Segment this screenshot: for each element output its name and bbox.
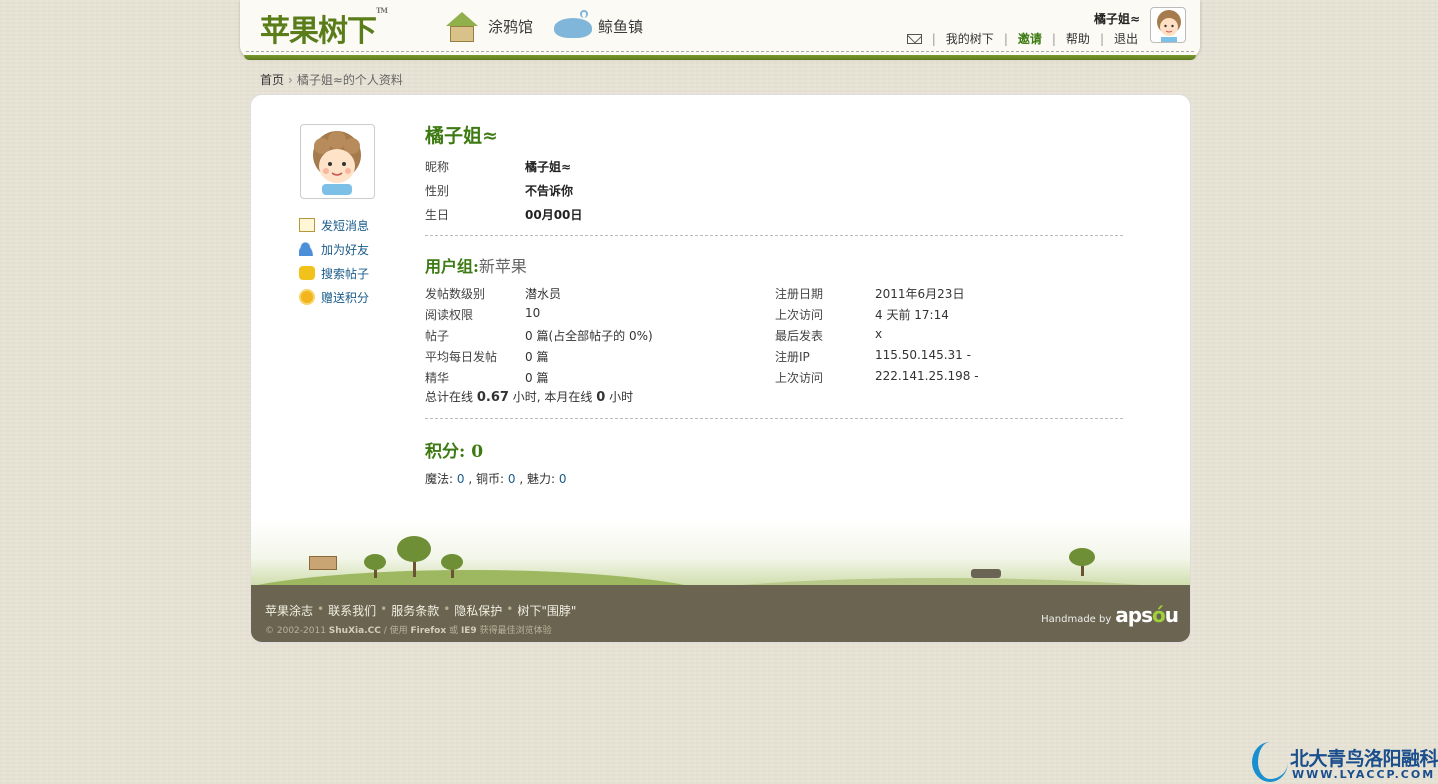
stat-row: 注册IP 115.50.145.31 - xyxy=(775,348,971,364)
gift-points-label: 赠送积分 xyxy=(321,290,370,305)
footer-link[interactable]: 树下"围脖" xyxy=(517,602,576,619)
profile-avatar xyxy=(300,124,375,199)
watermark-logo: 北大青鸟洛阳融科 WWW.LYACCP.COM xyxy=(1250,740,1438,784)
send-message-label: 发短消息 xyxy=(321,218,370,233)
user-area: 橘子姐≈ xyxy=(1094,10,1140,27)
stat-row: 最后发表 x xyxy=(775,327,883,343)
search-posts-action[interactable]: 搜索帖子 xyxy=(299,261,369,285)
footer-links: 苹果涂志 • 联系我们 • 服务条款 • 隐私保护 • 树下"围脖" xyxy=(265,602,577,619)
doodle-house-icon xyxy=(440,8,484,44)
info-label: 生日 xyxy=(425,208,450,222)
info-row-birthday: 生日 00月00日 xyxy=(425,206,582,223)
footer-link[interactable]: 隐私保护 xyxy=(454,602,502,619)
whale-town-icon xyxy=(550,8,594,44)
header-username[interactable]: 橘子姐≈ xyxy=(1094,12,1140,26)
search-posts-label: 搜索帖子 xyxy=(321,266,370,281)
score-breakdown: 魔法: 0 , 铜币: 0 , 魅力: 0 xyxy=(425,472,567,486)
site-header: 苹果树下TM 涂鸦馆 鲸鱼镇 橘子姐≈ | 我的树下 | 邀请 | 帮助 | 退… xyxy=(240,0,1200,58)
nav-whale-town[interactable]: 鲸鱼镇 xyxy=(550,8,643,44)
footer-link[interactable]: 苹果涂志 xyxy=(265,602,313,619)
nav-doodle-hall-label: 涂鸦馆 xyxy=(488,17,534,36)
site-logo[interactable]: 苹果树下TM xyxy=(260,6,388,50)
breadcrumb: 首页 › 橘子姐≈的个人资料 xyxy=(260,73,403,87)
nav-whale-town-label: 鲸鱼镇 xyxy=(598,17,644,36)
gift-points-icon xyxy=(301,291,313,303)
section-divider xyxy=(425,418,1123,419)
stat-row: 阅读权限 10 xyxy=(425,306,541,322)
nav-doodle-hall[interactable]: 涂鸦馆 xyxy=(440,8,533,44)
logout-link[interactable]: 退出 xyxy=(1114,30,1138,47)
invite-link[interactable]: 邀请 xyxy=(1018,30,1042,47)
add-friend-label: 加为好友 xyxy=(321,242,370,257)
handmade-by[interactable]: Handmade by apsóu xyxy=(1041,603,1179,627)
user-group-heading: 用户组:新苹果 xyxy=(425,257,527,276)
info-label: 昵称 xyxy=(425,160,450,174)
footer-link[interactable]: 服务条款 xyxy=(391,602,439,619)
footer-link[interactable]: 联系我们 xyxy=(328,602,376,619)
info-value: 橘子姐≈ xyxy=(525,160,572,174)
site-footer: 苹果涂志 • 联系我们 • 服务条款 • 隐私保护 • 树下"围脖" © 2002-20… xyxy=(251,585,1190,642)
bird-swoosh-icon xyxy=(1252,742,1288,782)
profile-name-heading: 橘子姐≈ xyxy=(425,125,498,147)
online-time: 总计在线 0.67 小时, 本月在线 0 小时 xyxy=(425,390,634,405)
breadcrumb-home[interactable]: 首页 xyxy=(260,73,284,87)
info-label: 性别 xyxy=(425,184,450,198)
copyright: © 2002-2011 ShuXia.CC / 使用 Firefox 或 IE9… xyxy=(265,626,552,636)
info-row-gender: 性别 不告诉你 xyxy=(425,182,573,199)
watermark-url: WWW.LYACCP.COM xyxy=(1292,768,1436,781)
info-value: 00月00日 xyxy=(525,208,583,222)
stat-row: 发帖数级别 潜水员 xyxy=(425,287,562,301)
profile-panel: 发短消息 加为好友 搜索帖子 赠送积分 橘子姐≈ 昵称 橘子姐≈ 性别 不告诉你… xyxy=(250,94,1191,643)
score-heading: 积分: 0 xyxy=(425,442,484,462)
breadcrumb-current: 橘子姐≈的个人资料 xyxy=(296,73,403,87)
user-group-name: 新苹果 xyxy=(478,257,527,276)
apsou-logo: apsóu xyxy=(1115,603,1179,627)
header-green-bar xyxy=(244,55,1196,60)
my-shuxia-link[interactable]: 我的树下 xyxy=(946,30,994,47)
stat-row: 上次访问 222.141.25.198 - xyxy=(775,369,979,385)
search-posts-icon xyxy=(299,266,315,280)
header-avatar[interactable] xyxy=(1150,7,1186,43)
envelope-icon xyxy=(299,218,315,232)
section-divider xyxy=(425,235,1123,236)
watermark-text: 北大青鸟洛阳融科 xyxy=(1290,748,1438,770)
help-link[interactable]: 帮助 xyxy=(1066,30,1090,47)
info-value: 不告诉你 xyxy=(525,184,574,198)
stat-row: 注册日期 2011年6月23日 xyxy=(775,287,965,301)
stat-row: 精华 0 篇 xyxy=(425,371,549,385)
info-row-nickname: 昵称 橘子姐≈ xyxy=(425,158,571,175)
send-message-action[interactable]: 发短消息 xyxy=(299,213,369,237)
add-friend-action[interactable]: 加为好友 xyxy=(299,237,369,261)
stat-row: 平均每日发帖 0 篇 xyxy=(425,350,549,364)
stat-row: 帖子 0 篇(占全部帖子的 0%) xyxy=(425,329,653,343)
mail-icon[interactable] xyxy=(906,33,922,44)
add-friend-icon xyxy=(299,242,315,256)
profile-actions: 发短消息 加为好友 搜索帖子 赠送积分 xyxy=(299,213,369,309)
stat-row: 上次访问 4 天前 17:14 xyxy=(775,308,949,322)
user-links: | 我的树下 | 邀请 | 帮助 | 退出 xyxy=(906,30,1138,47)
gift-points-action[interactable]: 赠送积分 xyxy=(299,285,369,309)
